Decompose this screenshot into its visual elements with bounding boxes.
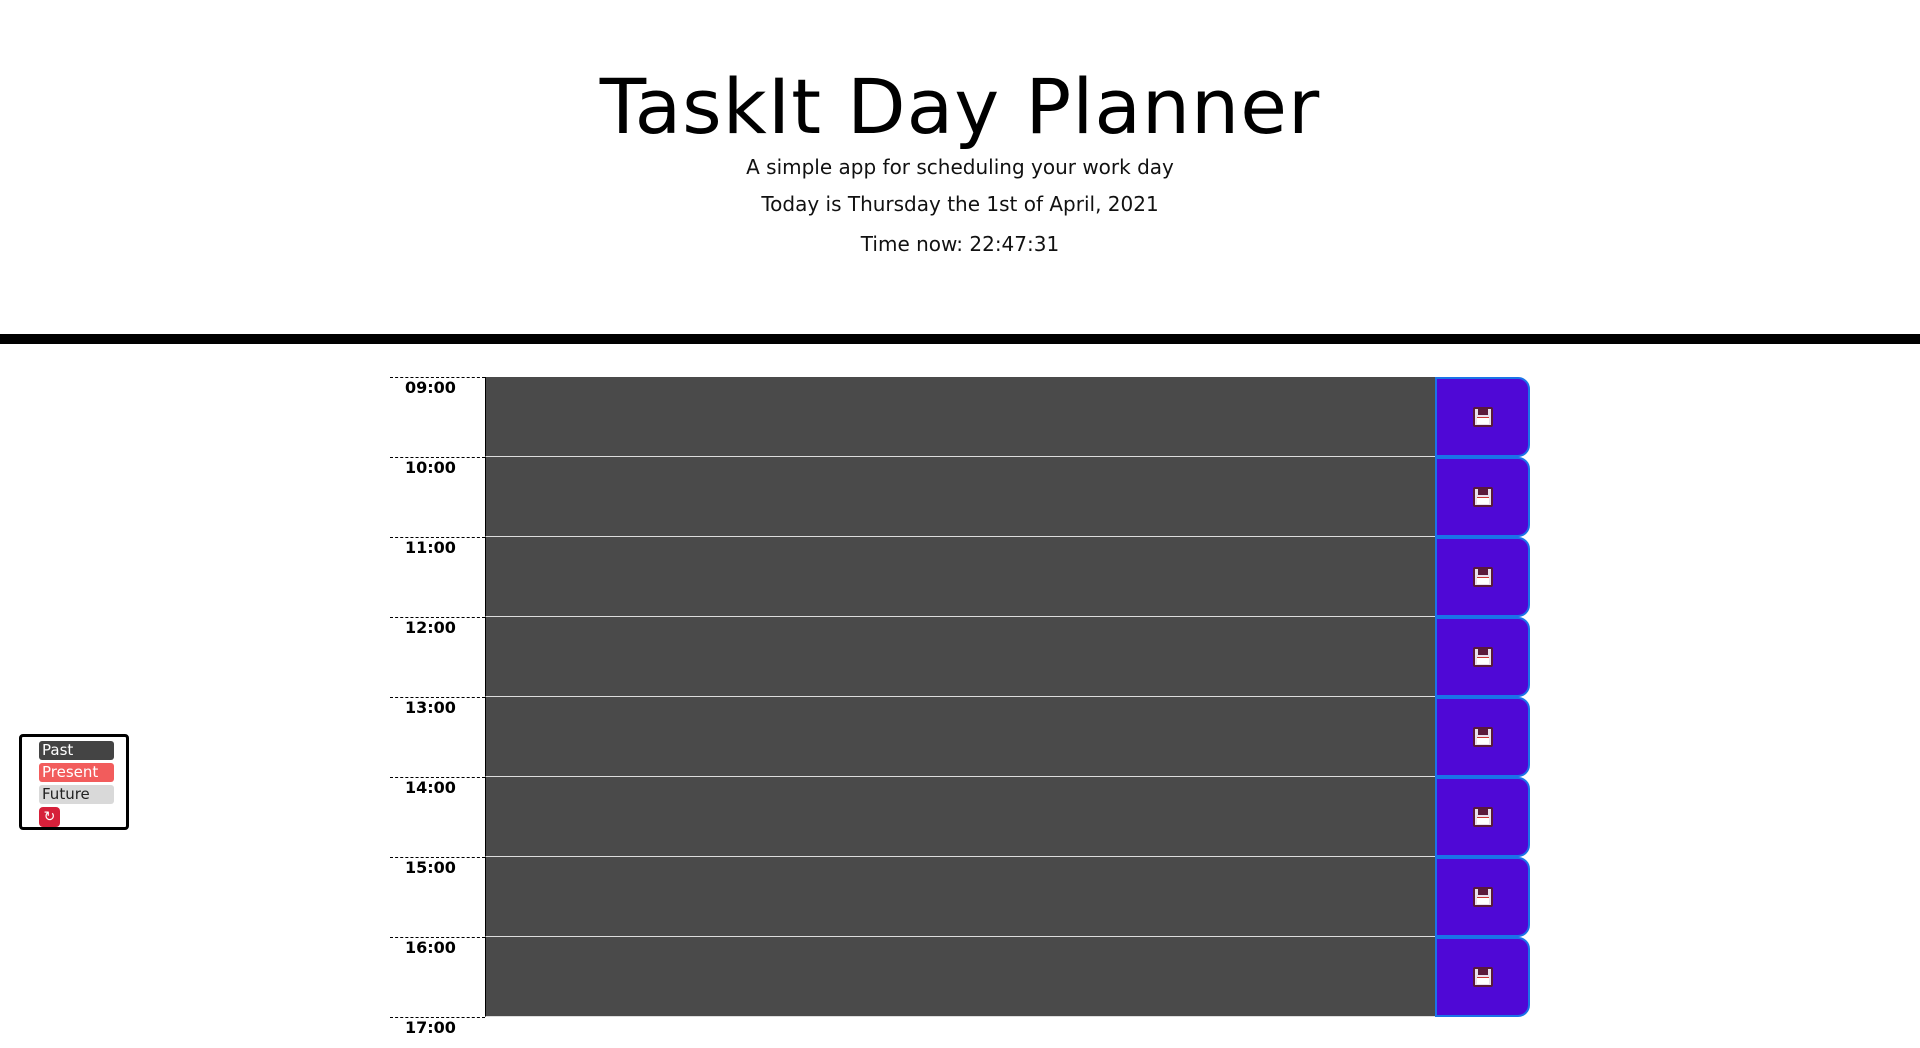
legend-future: Future: [39, 785, 114, 804]
task-input[interactable]: [485, 857, 1435, 937]
task-input[interactable]: [485, 377, 1435, 457]
time-block: 16:00: [390, 937, 1530, 1017]
task-input[interactable]: [485, 537, 1435, 617]
planner: 09:00 10:00 11:00 12:00 13:00 14:00 15:0…: [390, 377, 1530, 1038]
hour-label-end: 17:00: [390, 1017, 485, 1038]
time-block: 13:00: [390, 697, 1530, 777]
floppy-disk-icon: [1472, 407, 1493, 427]
time-block: 14:00: [390, 777, 1530, 857]
header-divider: [0, 334, 1920, 344]
floppy-disk-icon: [1472, 887, 1493, 907]
task-input[interactable]: [485, 937, 1435, 1017]
floppy-disk-icon: [1472, 967, 1493, 987]
task-input[interactable]: [485, 697, 1435, 777]
time-block: 10:00: [390, 457, 1530, 537]
page-subtitle: A simple app for scheduling your work da…: [746, 155, 1174, 179]
hour-label: 11:00: [390, 537, 485, 617]
save-button[interactable]: [1435, 777, 1530, 857]
save-button[interactable]: [1435, 617, 1530, 697]
floppy-disk-icon: [1472, 807, 1493, 827]
save-button[interactable]: [1435, 697, 1530, 777]
save-button[interactable]: [1435, 937, 1530, 1017]
floppy-disk-icon: [1472, 487, 1493, 507]
hour-label: 13:00: [390, 697, 485, 777]
current-date: Today is Thursday the 1st of April, 2021: [761, 192, 1159, 216]
task-input[interactable]: [485, 777, 1435, 857]
time-block: 09:00: [390, 377, 1530, 457]
floppy-disk-icon: [1472, 567, 1493, 587]
legend-past: Past: [39, 741, 114, 760]
save-button[interactable]: [1435, 537, 1530, 617]
save-button[interactable]: [1435, 857, 1530, 937]
hour-label: 14:00: [390, 777, 485, 857]
save-button[interactable]: [1435, 457, 1530, 537]
time-block: 11:00: [390, 537, 1530, 617]
hour-label: 09:00: [390, 377, 485, 457]
hour-label: 12:00: [390, 617, 485, 697]
legend-present: Present: [39, 763, 114, 782]
time-block: 15:00: [390, 857, 1530, 937]
task-input[interactable]: [485, 457, 1435, 537]
hour-label: 10:00: [390, 457, 485, 537]
floppy-disk-icon: [1472, 647, 1493, 667]
current-time: Time now: 22:47:31: [860, 232, 1060, 256]
hour-label: 16:00: [390, 937, 485, 1017]
floppy-disk-icon: [1472, 727, 1493, 747]
reset-button[interactable]: ↻: [39, 807, 60, 827]
save-button[interactable]: [1435, 377, 1530, 457]
color-legend: Past Present Future ↻: [19, 734, 129, 830]
time-block: 12:00: [390, 617, 1530, 697]
hour-label: 15:00: [390, 857, 485, 937]
page-header: TaskIt Day Planner A simple app for sche…: [0, 0, 1920, 333]
task-input[interactable]: [485, 617, 1435, 697]
page-title: TaskIt Day Planner: [599, 62, 1321, 151]
